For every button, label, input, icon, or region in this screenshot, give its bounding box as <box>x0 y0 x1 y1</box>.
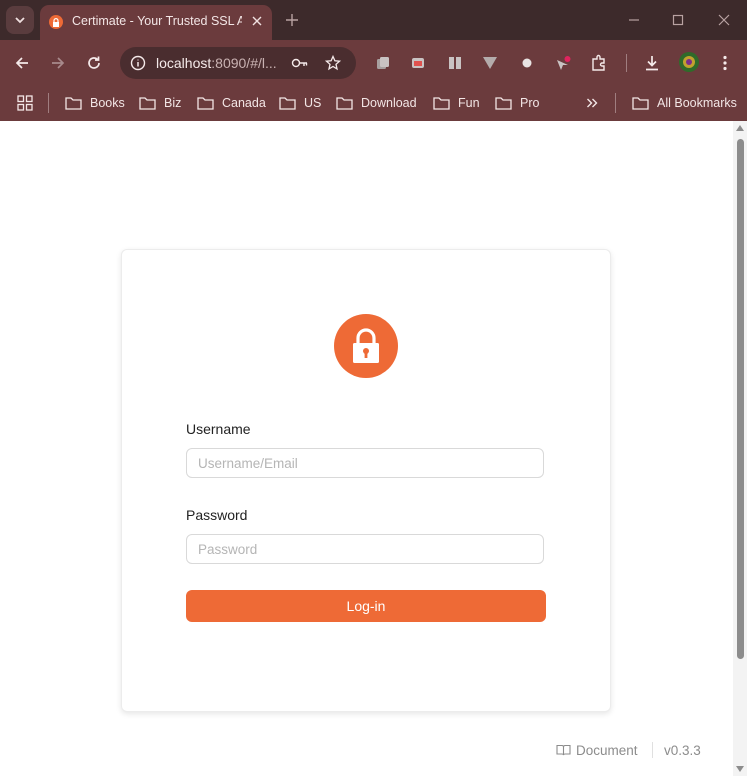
password-label: Password <box>186 507 248 523</box>
reload-button[interactable] <box>83 52 105 74</box>
all-bookmarks-label: All Bookmarks <box>657 96 737 110</box>
folder-icon <box>279 97 296 110</box>
extension-4-icon[interactable] <box>480 53 500 73</box>
bookmarks-divider <box>48 93 49 113</box>
password-input[interactable] <box>186 534 544 564</box>
page-scrollbar[interactable] <box>733 121 747 776</box>
page-content: Username Password Log-in Document v0.3.3 <box>0 121 747 776</box>
profile-icon[interactable] <box>677 50 701 74</box>
extension-6-icon[interactable] <box>553 53 573 73</box>
back-arrow-icon <box>15 57 28 69</box>
bookmark-folder-books[interactable]: Books <box>65 92 125 114</box>
minimize-button[interactable] <box>624 10 644 30</box>
all-bookmarks-button[interactable]: All Bookmarks <box>632 92 737 114</box>
bookmark-label: Biz <box>164 96 182 110</box>
lock-icon <box>49 15 63 29</box>
browser-chrome: Certimate - Your Trusted SSL Automation … <box>0 0 747 121</box>
folder-icon <box>139 97 156 110</box>
folder-icon <box>336 97 353 110</box>
window-close-button[interactable] <box>714 10 734 30</box>
info-icon[interactable] <box>129 54 147 72</box>
bookmark-folder-us[interactable]: US <box>279 92 321 114</box>
toolbar-divider <box>626 54 627 72</box>
bookmark-label: Canada <box>222 96 266 110</box>
scroll-down-arrow[interactable] <box>736 766 744 772</box>
bookmark-label: Fun <box>458 96 480 110</box>
apps-grid-icon[interactable] <box>17 92 41 114</box>
bookmark-folder-canada[interactable]: Canada <box>197 92 266 114</box>
document-link[interactable]: Document <box>556 741 638 759</box>
reload-icon <box>88 56 100 69</box>
extension-3-icon[interactable] <box>445 53 465 73</box>
extensions-icon[interactable] <box>589 53 609 73</box>
bookmark-label: US <box>304 96 322 110</box>
folder-icon <box>197 97 214 110</box>
folder-icon <box>65 97 82 110</box>
plus-icon <box>286 14 298 26</box>
download-icon[interactable] <box>642 53 662 73</box>
folder-icon <box>632 97 649 110</box>
more-bookmarks-button[interactable] <box>586 92 606 114</box>
scroll-up-arrow[interactable] <box>736 125 744 131</box>
bookmark-label: Books <box>90 96 125 110</box>
bookmark-folder-pro[interactable]: Pro <box>495 92 539 114</box>
browser-toolbar: localhost:8090/#/l... <box>0 40 747 86</box>
bookmark-label: Download <box>361 96 417 110</box>
chevron-double-right-icon <box>587 98 598 108</box>
username-input[interactable] <box>186 448 544 478</box>
login-button[interactable]: Log-in <box>186 590 546 622</box>
chevron-down-icon <box>15 17 25 24</box>
folder-icon <box>433 97 450 110</box>
extension-5-icon[interactable] <box>517 53 537 73</box>
lock-icon <box>353 328 379 363</box>
extension-1-icon[interactable] <box>373 53 393 73</box>
url-text[interactable]: localhost:8090/#/l... <box>156 55 281 71</box>
tab-strip: Certimate - Your Trusted SSL Automation … <box>0 0 747 40</box>
maximize-icon <box>672 14 684 26</box>
tab-close-button[interactable] <box>248 12 266 30</box>
tab-search-button[interactable] <box>6 6 34 34</box>
login-card: Username Password Log-in <box>121 249 611 712</box>
forward-button[interactable] <box>47 52 69 74</box>
back-button[interactable] <box>11 52 33 74</box>
version-label: v0.3.3 <box>664 742 701 758</box>
active-tab[interactable]: Certimate - Your Trusted SSL Automation … <box>40 5 272 40</box>
extension-2-icon[interactable] <box>408 53 428 73</box>
bookmark-folder-biz[interactable]: Biz <box>139 92 181 114</box>
bookmarks-bar: Books Biz Canada US Download Fun Pro All… <box>0 86 747 121</box>
document-label: Document <box>576 742 638 758</box>
kebab-menu-icon[interactable] <box>715 53 735 73</box>
username-label: Username <box>186 421 251 437</box>
bookmarks-divider <box>615 93 616 113</box>
url-path: :8090/#/l... <box>211 55 277 71</box>
url-host: localhost <box>156 55 212 71</box>
key-icon[interactable] <box>291 54 309 72</box>
book-icon <box>556 744 571 756</box>
folder-icon <box>495 97 512 110</box>
star-icon[interactable] <box>324 54 342 72</box>
new-tab-button[interactable] <box>282 10 302 30</box>
close-icon <box>718 14 730 26</box>
bookmark-folder-download[interactable]: Download <box>336 92 417 114</box>
maximize-button[interactable] <box>668 10 688 30</box>
scroll-thumb[interactable] <box>737 139 744 659</box>
minimize-icon <box>629 19 639 21</box>
bookmark-folder-fun[interactable]: Fun <box>433 92 480 114</box>
forward-arrow-icon <box>52 57 65 69</box>
tab-title: Certimate - Your Trusted SSL Automation … <box>72 14 242 28</box>
address-bar[interactable]: localhost:8090/#/l... <box>120 47 356 79</box>
lock-logo <box>334 314 398 378</box>
bookmark-label: Pro <box>520 96 540 110</box>
close-icon <box>252 16 262 26</box>
footer-divider <box>652 742 653 758</box>
